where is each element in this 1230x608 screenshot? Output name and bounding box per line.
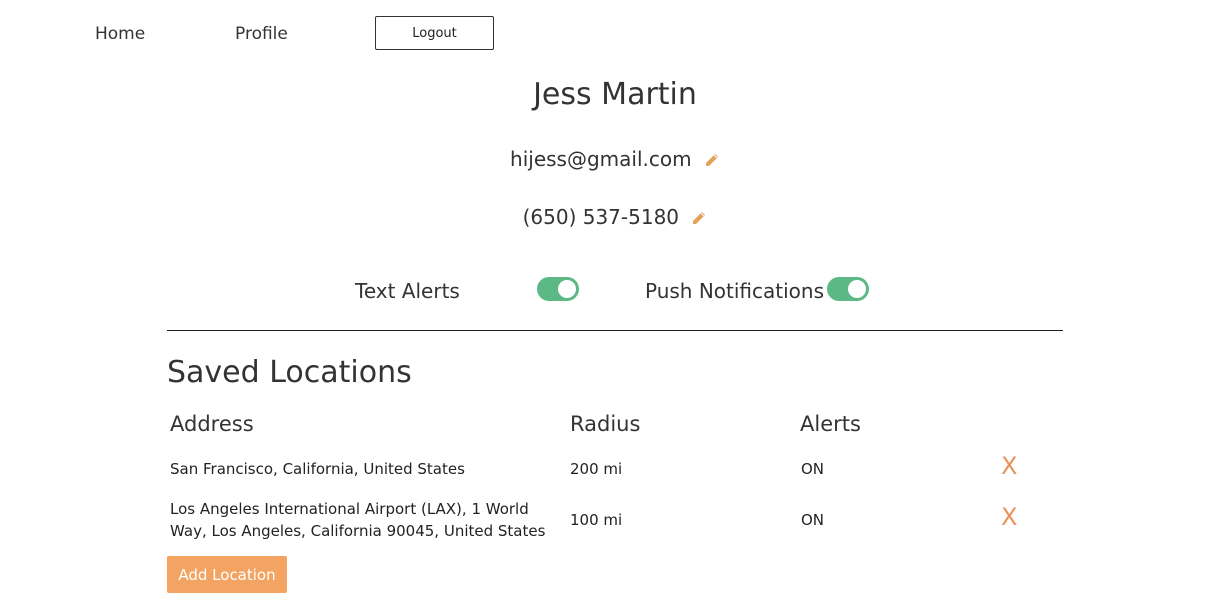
location-alerts: ON	[801, 460, 825, 478]
location-radius: 100 mi	[570, 511, 623, 529]
nav-home-link[interactable]: Home	[95, 24, 145, 44]
remove-location-close-icon[interactable]: X	[1001, 452, 1017, 480]
text-alerts-toggle[interactable]	[537, 277, 579, 301]
push-notifications-toggle[interactable]	[827, 277, 869, 301]
radius-column-header: Radius	[570, 412, 641, 436]
text-alerts-label: Text Alerts	[355, 279, 460, 303]
section-divider	[167, 330, 1063, 331]
nav-profile-link[interactable]: Profile	[235, 24, 288, 44]
push-notifications-label: Push Notifications	[645, 279, 825, 303]
email-row: hijess@gmail.com	[0, 147, 1230, 173]
edit-email-pencil-icon[interactable]	[704, 149, 720, 173]
location-radius: 200 mi	[570, 460, 623, 478]
email-value: hijess@gmail.com	[510, 147, 692, 171]
edit-phone-pencil-icon[interactable]	[691, 207, 707, 231]
toggle-knob	[848, 280, 866, 298]
phone-value: (650) 537-5180	[522, 205, 680, 229]
alerts-column-header: Alerts	[800, 412, 861, 436]
saved-locations-title: Saved Locations	[167, 355, 412, 390]
phone-row: (650) 537-5180	[0, 205, 1230, 231]
add-location-button[interactable]: Add Location	[167, 556, 287, 593]
toggle-knob	[558, 280, 576, 298]
address-column-header: Address	[170, 412, 254, 436]
profile-name: Jess Martin	[533, 77, 697, 112]
location-alerts: ON	[801, 511, 825, 529]
logout-button[interactable]: Logout	[375, 16, 494, 50]
remove-location-close-icon[interactable]: X	[1001, 503, 1017, 531]
location-address: Los Angeles International Airport (LAX),…	[170, 500, 546, 540]
location-address: San Francisco, California, United States	[170, 460, 465, 478]
